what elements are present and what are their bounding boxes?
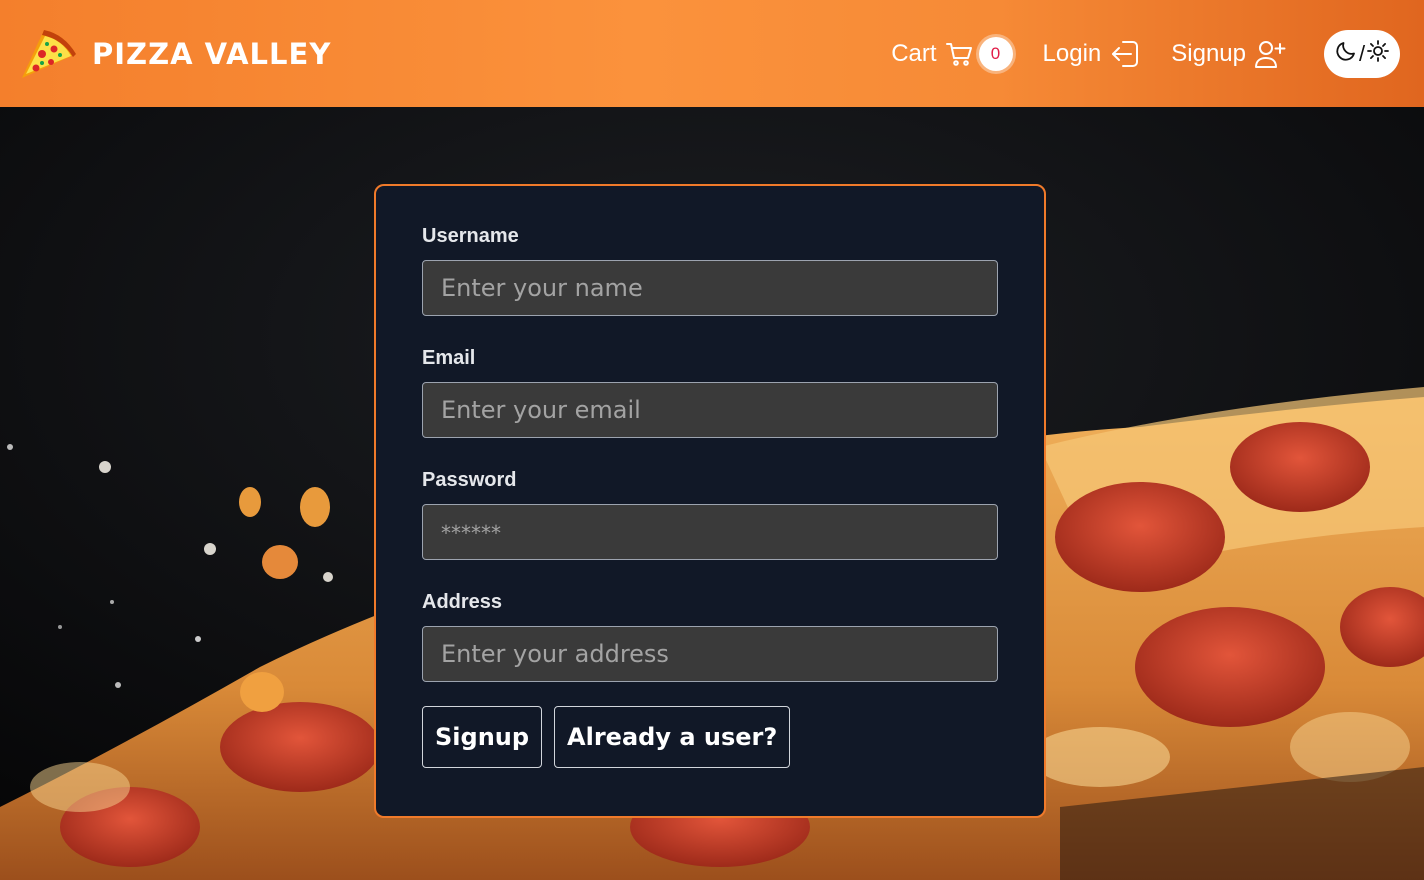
login-label: Login (1042, 39, 1102, 67)
theme-separator: / (1358, 40, 1366, 66)
theme-toggle-button[interactable]: / (1324, 29, 1400, 78)
moon-icon (1335, 40, 1357, 67)
password-label: Password (422, 469, 517, 491)
signup-label: Signup (1171, 39, 1246, 67)
nav-links: Cart 0 Login Signup / (861, 29, 1400, 78)
sun-icon (1367, 40, 1389, 67)
nav-cart[interactable]: Cart 0 (891, 36, 1013, 71)
user-plus-icon (1254, 39, 1286, 69)
email-input[interactable] (422, 382, 998, 438)
form-actions: Signup Already a user? (422, 706, 998, 768)
cart-icon (945, 40, 973, 68)
cart-count-badge: 0 (978, 36, 1013, 71)
signup-button[interactable]: Signup (422, 706, 543, 768)
cart-label: Cart (891, 39, 937, 67)
address-input[interactable] (422, 626, 998, 682)
username-input[interactable] (422, 260, 998, 316)
brand[interactable]: PIZZA VALLEY (18, 24, 331, 84)
login-icon (1109, 39, 1141, 69)
address-label: Address (422, 591, 503, 613)
nav-login[interactable]: Login (1043, 39, 1142, 69)
signup-form: Username Email Password Address Signup A… (374, 184, 1046, 818)
email-label: Email (422, 347, 476, 369)
navbar: PIZZA VALLEY Cart 0 Login Signup / (0, 0, 1424, 107)
already-user-button[interactable]: Already a user? (554, 706, 791, 768)
pizza-slice-icon (18, 24, 78, 84)
username-label: Username (422, 225, 519, 247)
password-input[interactable] (422, 504, 998, 560)
nav-signup[interactable]: Signup (1171, 39, 1286, 69)
brand-name: PIZZA VALLEY (92, 36, 332, 71)
